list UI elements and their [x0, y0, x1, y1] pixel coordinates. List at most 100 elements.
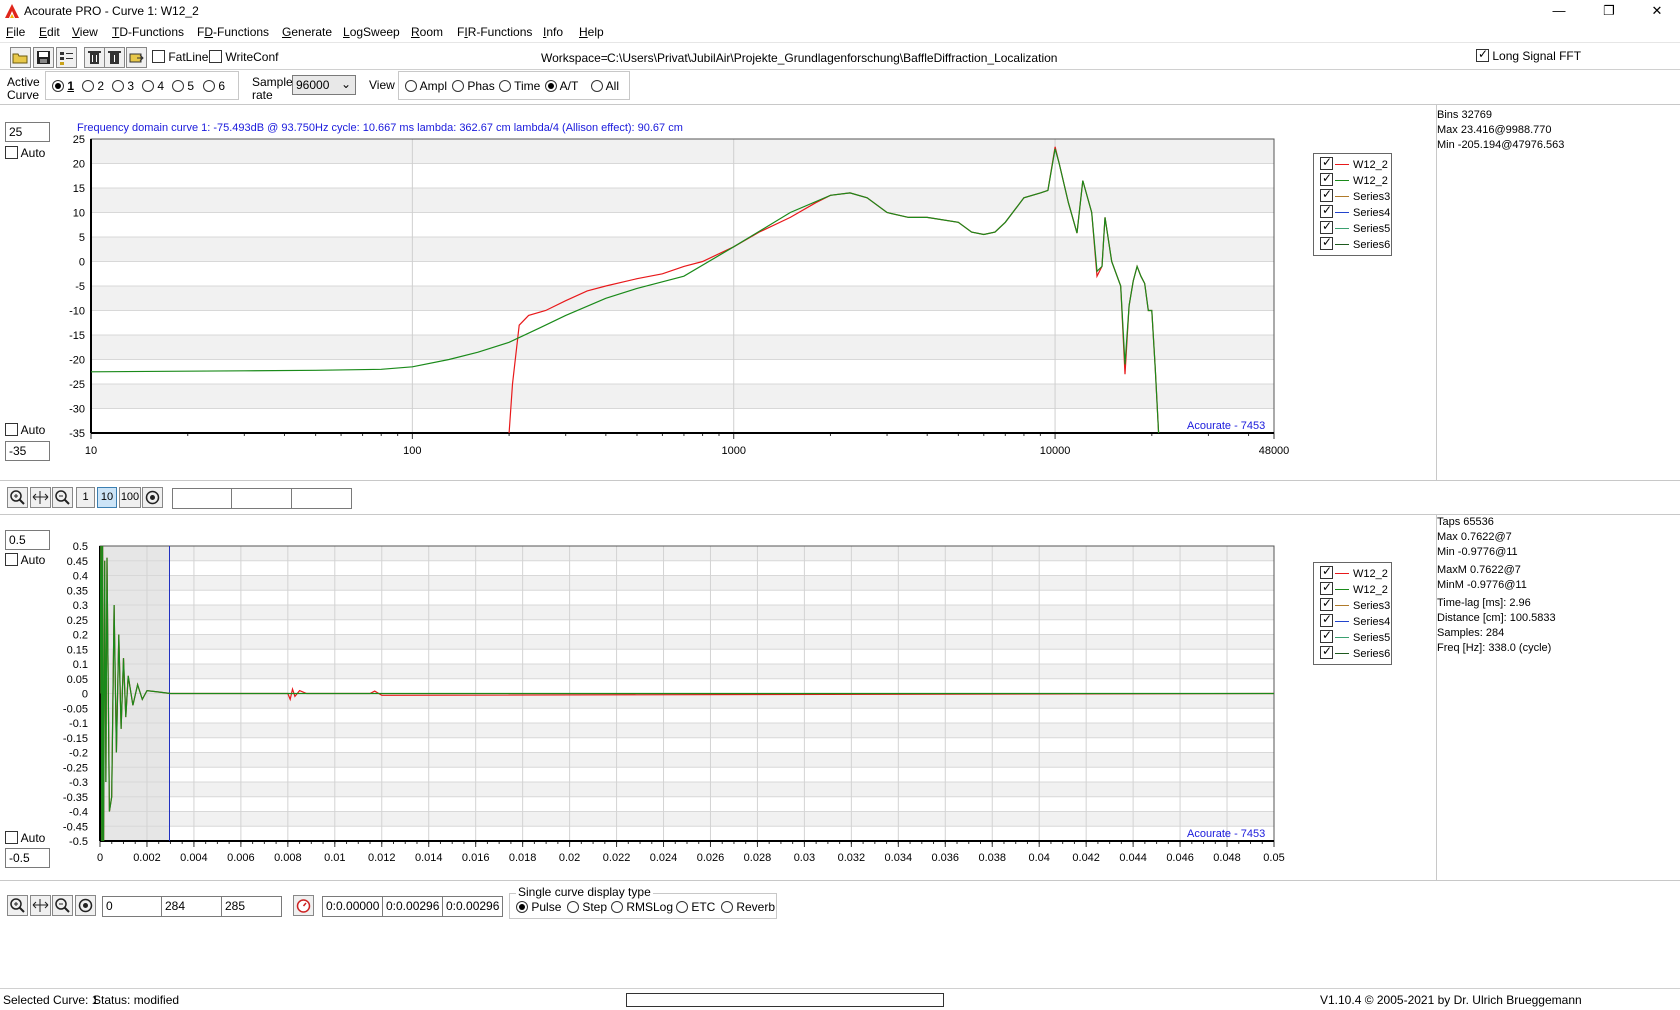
- fit-width-icon[interactable]: [30, 895, 51, 916]
- legend-checkbox[interactable]: [1320, 219, 1333, 234]
- display-radio-step-dot[interactable]: [567, 901, 579, 913]
- legend-item[interactable]: Series4: [1320, 612, 1390, 628]
- legend-checkbox[interactable]: [1320, 580, 1333, 595]
- bottom-auto-upper-box[interactable]: [5, 553, 18, 566]
- menu-edit[interactable]: Edit: [39, 25, 60, 39]
- legend-item[interactable]: W12_2: [1320, 580, 1388, 596]
- writeconf-checkbox[interactable]: WriteConf: [209, 50, 278, 64]
- legend-item[interactable]: Series6: [1320, 644, 1390, 660]
- display-radio-pulse-dot[interactable]: [516, 901, 528, 913]
- view-radio-time[interactable]: Time: [499, 79, 540, 93]
- legend-item[interactable]: Series5: [1320, 628, 1390, 644]
- legend-checkbox[interactable]: [1320, 644, 1333, 659]
- top-auto-checkbox-upper[interactable]: Auto: [5, 146, 45, 160]
- view-radio-all-dot[interactable]: [591, 80, 603, 92]
- bottom-ymin-input[interactable]: -0.5: [5, 848, 50, 868]
- display-radio-etc[interactable]: ETC: [676, 900, 715, 914]
- view-radio-all[interactable]: All: [591, 79, 619, 93]
- legend-checkbox[interactable]: [1320, 612, 1333, 627]
- impulse-response-chart[interactable]: 0.5 0.45 0.4 0.35 0.3 0.25 0.2 0.15 0.1 0.05 0 -0.0…: [55, 538, 1295, 873]
- view-radio-at[interactable]: A/T: [545, 79, 578, 93]
- long-signal-fft-checkbox-box[interactable]: [1476, 47, 1489, 62]
- top-auto-lower-box[interactable]: [5, 423, 18, 436]
- frequency-response-chart[interactable]: 2520151050-5-10-15-20-25-30-3510 100 1000 1…: [55, 130, 1295, 465]
- legend-checkbox[interactable]: [1320, 628, 1333, 643]
- curve-radio-5-dot[interactable]: [172, 80, 184, 92]
- open-folder-icon[interactable]: [10, 47, 31, 68]
- maximize-button[interactable]: ❐: [1586, 0, 1632, 22]
- menu-view[interactable]: View: [72, 25, 98, 39]
- trash-icon[interactable]: [104, 47, 125, 68]
- top-ymax-input[interactable]: 25: [5, 122, 50, 142]
- curve-radio-2[interactable]: 2: [82, 79, 104, 93]
- curve-radio-1[interactable]: 1: [52, 79, 74, 93]
- long-signal-fft-checkbox[interactable]: Long Signal FFT: [1476, 47, 1581, 63]
- menu-td-functions[interactable]: TD-Functions: [112, 25, 184, 39]
- curve-radio-5[interactable]: 5: [172, 79, 194, 93]
- curve-radio-1-dot[interactable]: [52, 80, 64, 92]
- mid-field-1[interactable]: [172, 488, 232, 509]
- legend-item[interactable]: Series5: [1320, 219, 1390, 235]
- legend-item[interactable]: Series4: [1320, 203, 1390, 219]
- display-radio-step[interactable]: Step: [567, 900, 607, 914]
- scale-10-button[interactable]: 10: [97, 487, 117, 508]
- view-radio-phas-dot[interactable]: [452, 80, 464, 92]
- legend-checkbox[interactable]: [1320, 564, 1333, 579]
- bottom-ymax-input[interactable]: 0.5: [5, 530, 50, 550]
- sample-end-field[interactable]: 285: [221, 896, 282, 917]
- time-cursor-field[interactable]: 0:0.00296: [382, 896, 443, 917]
- writeconf-checkbox-box[interactable]: [209, 50, 222, 63]
- menu-info[interactable]: Info: [543, 25, 563, 39]
- minimize-button[interactable]: —: [1536, 0, 1582, 22]
- menu-fir-functions[interactable]: FIR-Functions: [457, 25, 532, 39]
- view-radio-ampl[interactable]: Ampl: [405, 79, 447, 93]
- stopwatch-icon[interactable]: [293, 895, 314, 916]
- display-radio-etc-dot[interactable]: [676, 901, 688, 913]
- display-radio-reverb-dot[interactable]: [721, 901, 733, 913]
- scale-1-button[interactable]: 1: [76, 487, 95, 508]
- sample-rate-select[interactable]: 96000 ⌄: [292, 75, 356, 95]
- legend-checkbox[interactable]: [1320, 171, 1333, 186]
- curve-radio-6-dot[interactable]: [203, 80, 215, 92]
- legend-item[interactable]: W12_2: [1320, 564, 1388, 580]
- menu-logsweep[interactable]: LogSweep: [343, 25, 400, 39]
- legend-checkbox[interactable]: [1320, 235, 1333, 250]
- top-auto-checkbox-lower[interactable]: Auto: [5, 423, 45, 437]
- trash-all-icon[interactable]: [84, 47, 105, 68]
- zoom-out-icon[interactable]: [52, 895, 73, 916]
- legend-item[interactable]: W12_2: [1320, 155, 1388, 171]
- target-icon[interactable]: [75, 895, 96, 916]
- curve-radio-3-dot[interactable]: [112, 80, 124, 92]
- target-icon[interactable]: [142, 487, 163, 508]
- legend-checkbox[interactable]: [1320, 155, 1333, 170]
- bottom-auto-lower-box[interactable]: [5, 831, 18, 844]
- mid-field-2[interactable]: [231, 488, 292, 509]
- menu-generate[interactable]: Generate: [282, 25, 332, 39]
- bottom-auto-checkbox-upper[interactable]: Auto: [5, 553, 45, 567]
- bottom-auto-checkbox-lower[interactable]: Auto: [5, 831, 45, 845]
- legend-checkbox[interactable]: [1320, 596, 1333, 611]
- zoom-in-icon[interactable]: [7, 895, 28, 916]
- display-radio-reverb[interactable]: Reverb: [721, 900, 775, 914]
- view-radio-at-dot[interactable]: [545, 80, 557, 92]
- view-radio-phas[interactable]: Phas: [452, 79, 495, 93]
- menu-help[interactable]: Help: [579, 25, 604, 39]
- export-icon[interactable]: [126, 47, 147, 68]
- curve-radio-4[interactable]: 4: [142, 79, 164, 93]
- fit-width-icon[interactable]: [30, 487, 51, 508]
- legend-item[interactable]: W12_2: [1320, 171, 1388, 187]
- fatline-checkbox-box[interactable]: [152, 50, 165, 63]
- close-button[interactable]: ✕: [1634, 0, 1680, 22]
- legend-item[interactable]: Series6: [1320, 235, 1390, 251]
- zoom-out-icon[interactable]: [52, 487, 73, 508]
- list-settings-icon[interactable]: [56, 47, 77, 68]
- menu-file[interactable]: File: [6, 25, 25, 39]
- legend-checkbox[interactable]: [1320, 187, 1333, 202]
- top-ymin-input[interactable]: -35: [5, 441, 50, 461]
- time-start-field[interactable]: 0:0.00000: [322, 896, 383, 917]
- display-radio-rmslog[interactable]: RMSLog: [611, 900, 673, 914]
- menu-fd-functions[interactable]: FD-Functions: [197, 25, 269, 39]
- top-auto-upper-box[interactable]: [5, 146, 18, 159]
- view-radio-time-dot[interactable]: [499, 80, 511, 92]
- curve-radio-3[interactable]: 3: [112, 79, 134, 93]
